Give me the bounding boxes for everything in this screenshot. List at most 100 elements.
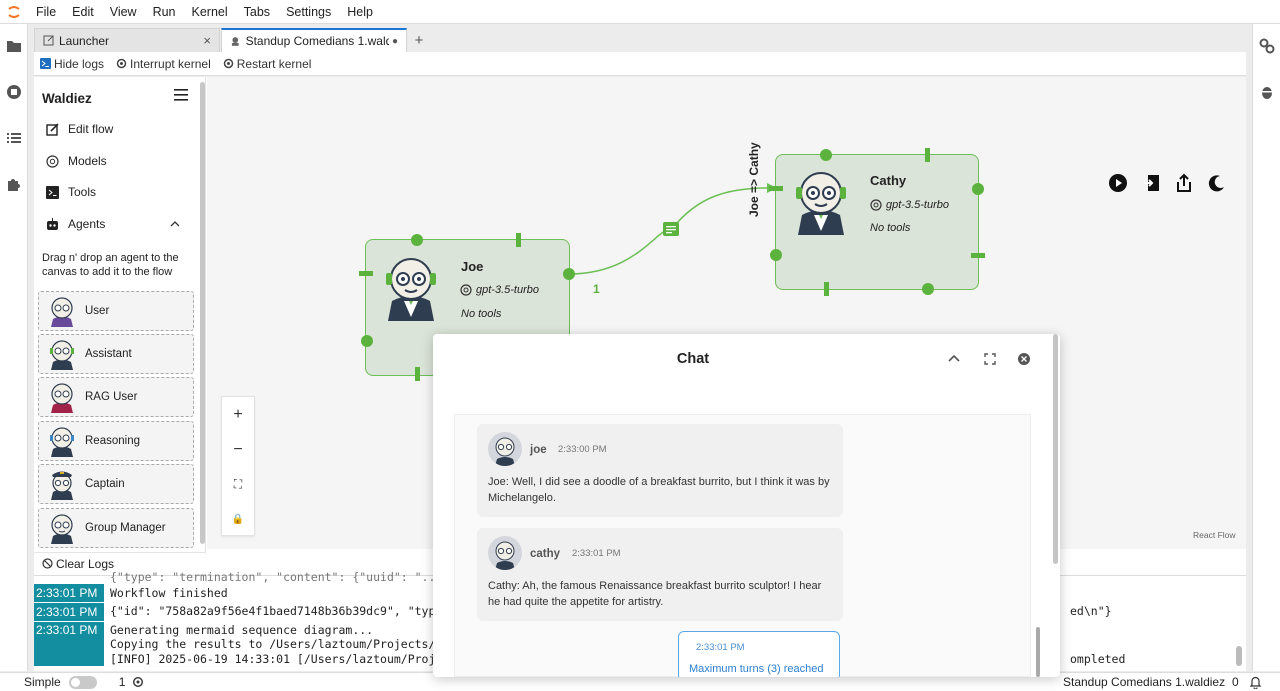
fit-view-button[interactable]: ⛶ — [222, 467, 254, 502]
rag-user-avatar-icon — [51, 383, 73, 413]
menu-edit[interactable]: Edit — [64, 5, 102, 19]
chat-scrollbar[interactable] — [1036, 627, 1040, 677]
edit-icon — [46, 122, 59, 136]
agent-card-reasoning[interactable]: Reasoning — [38, 421, 194, 461]
agent-card-assistant[interactable]: Assistant — [38, 334, 194, 374]
node-handle[interactable] — [971, 253, 985, 258]
sidebar-item-label: Tools — [68, 185, 97, 199]
log-line-tail: ompleted — [1070, 652, 1126, 666]
menu-tabs[interactable]: Tabs — [236, 5, 278, 19]
log-line: [INFO] 2025-06-19 14:33:01 [/Users/lazto… — [110, 652, 436, 666]
node-handle[interactable] — [922, 283, 934, 295]
hide-logs-button[interactable]: Hide logs — [40, 57, 104, 71]
node-handle[interactable] — [769, 186, 783, 191]
running-icon[interactable] — [6, 84, 22, 100]
message-time: 2:33:01 PM — [696, 642, 745, 653]
logs-scrollbar[interactable] — [1236, 646, 1242, 666]
fullscreen-icon[interactable] — [983, 352, 997, 366]
agent-model: gpt-3.5-turbo — [870, 199, 949, 211]
simple-mode-toggle[interactable] — [68, 675, 97, 689]
bell-icon[interactable] — [1249, 676, 1262, 689]
node-handle[interactable] — [415, 367, 420, 381]
interrupt-kernel-label: Interrupt kernel — [130, 56, 211, 71]
agent-tools: No tools — [870, 222, 911, 234]
node-handle[interactable] — [359, 271, 373, 276]
node-handle[interactable] — [824, 282, 829, 296]
folder-icon[interactable] — [6, 38, 22, 54]
node-handle[interactable] — [820, 149, 832, 161]
agent-avatar-icon — [386, 258, 436, 321]
agent-card-rag-user[interactable]: RAG User — [38, 377, 194, 417]
node-handle[interactable] — [411, 234, 423, 246]
agent-model: gpt-3.5-turbo — [460, 284, 539, 296]
node-handle[interactable] — [361, 335, 373, 347]
dark-mode-icon[interactable] — [1207, 173, 1227, 193]
log-line: {"id": "758a82a9f56e4f1baed7148b36b39dc9… — [110, 604, 436, 618]
menu-view[interactable]: View — [102, 5, 145, 19]
sidebar-item-models[interactable]: Models — [46, 154, 107, 168]
share-icon[interactable] — [1174, 173, 1194, 193]
message-time: 2:33:00 PM — [558, 444, 607, 455]
menu-file[interactable]: File — [28, 5, 64, 19]
node-handle[interactable] — [972, 183, 984, 195]
property-inspector-icon[interactable] — [1259, 38, 1275, 54]
menu-help[interactable]: Help — [339, 5, 381, 19]
agent-card-captain[interactable]: Captain — [38, 464, 194, 504]
interrupt-kernel-button[interactable]: Interrupt kernel — [116, 57, 211, 71]
agent-tools: No tools — [461, 308, 502, 320]
log-line: Workflow finished — [110, 586, 228, 600]
zoom-out-button[interactable]: − — [222, 432, 254, 467]
log-time: 2:33:01 PM — [34, 622, 104, 666]
chat-modal-scrollbar[interactable] — [1053, 334, 1058, 564]
sender-avatar — [488, 536, 522, 570]
notification-count: 0 — [1232, 675, 1239, 689]
react-flow-attribution[interactable]: React Flow — [1193, 530, 1236, 540]
kernel-gear-icon[interactable] — [132, 676, 144, 688]
system-message: 2:33:01 PM Maximum turns (3) reached — [678, 631, 840, 677]
zoom-controls: + − ⛶ 🔒 — [221, 396, 255, 536]
message-time: 2:33:01 PM — [572, 548, 621, 559]
edge-label: Joe => Cathy — [747, 142, 761, 217]
unsaved-indicator[interactable]: ● — [392, 36, 398, 47]
log-time: 2:33:01 PM — [34, 584, 104, 602]
sidebar-scrollbar[interactable] — [200, 82, 205, 544]
hamburger-menu-icon[interactable] — [174, 89, 188, 101]
restart-kernel-button[interactable]: Restart kernel — [223, 57, 311, 71]
new-tab-button[interactable]: + — [408, 28, 430, 52]
agent-card-label: Reasoning — [85, 435, 140, 447]
close-tab-button[interactable]: × — [203, 33, 211, 48]
node-handle[interactable] — [925, 148, 930, 162]
tab-waldiez-file[interactable]: Standup Comedians 1.waldi ● — [221, 28, 407, 52]
sidebar-item-label: Models — [68, 154, 107, 168]
node-handle[interactable] — [563, 268, 575, 280]
debugger-icon[interactable] — [1259, 84, 1275, 100]
edge-message-icon[interactable] — [663, 222, 679, 236]
sidebar-item-edit-flow[interactable]: Edit flow — [46, 122, 113, 136]
menu-settings[interactable]: Settings — [278, 5, 339, 19]
sidebar-item-agents[interactable]: Agents — [46, 217, 201, 231]
close-icon[interactable] — [1017, 352, 1031, 366]
menu-run[interactable]: Run — [145, 5, 184, 19]
sidebar-item-tools[interactable]: Tools — [46, 185, 96, 199]
export-icon[interactable] — [1142, 173, 1162, 193]
tab-launcher[interactable]: Launcher × — [34, 28, 220, 52]
agent-avatar-icon — [495, 541, 515, 570]
extension-icon[interactable] — [6, 176, 22, 192]
node-handle[interactable] — [516, 233, 521, 247]
agent-node-cathy[interactable]: Cathy gpt-3.5-turbo No tools — [775, 154, 979, 290]
chevron-up-icon[interactable] — [170, 220, 180, 227]
agent-card-user[interactable]: User — [38, 291, 194, 331]
collapse-chevron-icon[interactable] — [947, 352, 961, 366]
node-handle[interactable] — [770, 249, 782, 261]
system-message-text: Maximum turns (3) reached — [689, 663, 824, 675]
agent-card-group-manager[interactable]: Group Manager — [38, 508, 194, 548]
menu-kernel[interactable]: Kernel — [184, 5, 236, 19]
agents-hint: Drag n' drop an agent to the canvas to a… — [42, 252, 179, 278]
run-flow-icon[interactable] — [1108, 173, 1128, 193]
toc-icon[interactable] — [6, 130, 22, 146]
left-activity-bar — [0, 24, 28, 671]
chat-message: cathy 2:33:01 PM Cathy: Ah, the famous R… — [477, 528, 843, 621]
lock-button[interactable]: 🔒 — [222, 502, 254, 537]
zoom-in-button[interactable]: + — [222, 397, 254, 432]
group-manager-avatar-icon — [51, 514, 73, 544]
